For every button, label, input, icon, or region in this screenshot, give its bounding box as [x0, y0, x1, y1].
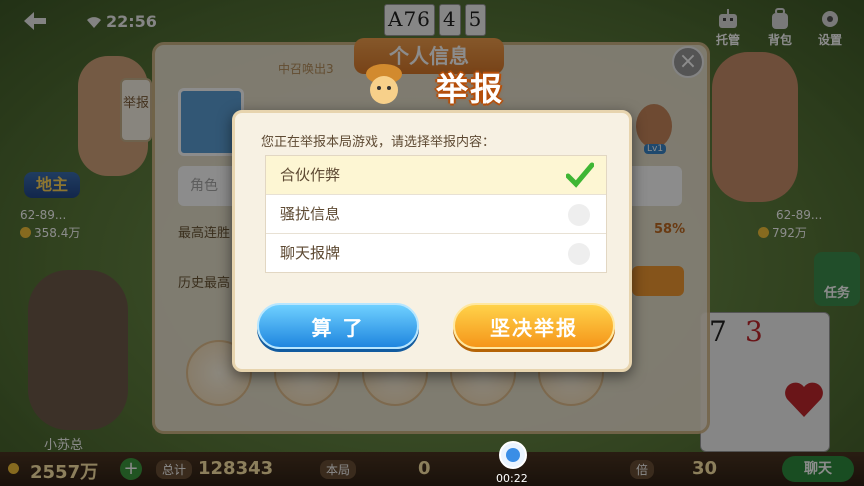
confirm-report-button[interactable]: 坚决举报 — [453, 303, 615, 349]
screen-record-icon[interactable] — [498, 440, 528, 470]
report-dialog: 您正在举报本局游戏，请选择举报内容： 合伙作弊 骚扰信息 聊天报牌 算 了 坚决… — [232, 110, 632, 372]
radio-unchecked-icon — [568, 243, 590, 265]
report-option-card-reveal[interactable]: 聊天报牌 — [266, 234, 606, 273]
report-option-label: 聊天报牌 — [280, 244, 341, 262]
radio-unchecked-icon — [568, 204, 590, 226]
checkmark-icon — [566, 162, 594, 188]
report-option-harassment[interactable]: 骚扰信息 — [266, 195, 606, 234]
report-option-label: 合伙作弊 — [280, 166, 341, 184]
report-prompt: 您正在举报本局游戏，请选择举报内容： — [261, 135, 496, 150]
cancel-button[interactable]: 算 了 — [257, 303, 419, 349]
record-time: 00:22 — [496, 472, 528, 485]
report-dialog-title: 举报 — [435, 70, 504, 108]
report-option-label: 骚扰信息 — [280, 205, 341, 223]
report-options: 合伙作弊 骚扰信息 聊天报牌 — [265, 155, 607, 273]
report-option-collusion[interactable]: 合伙作弊 — [266, 156, 606, 195]
